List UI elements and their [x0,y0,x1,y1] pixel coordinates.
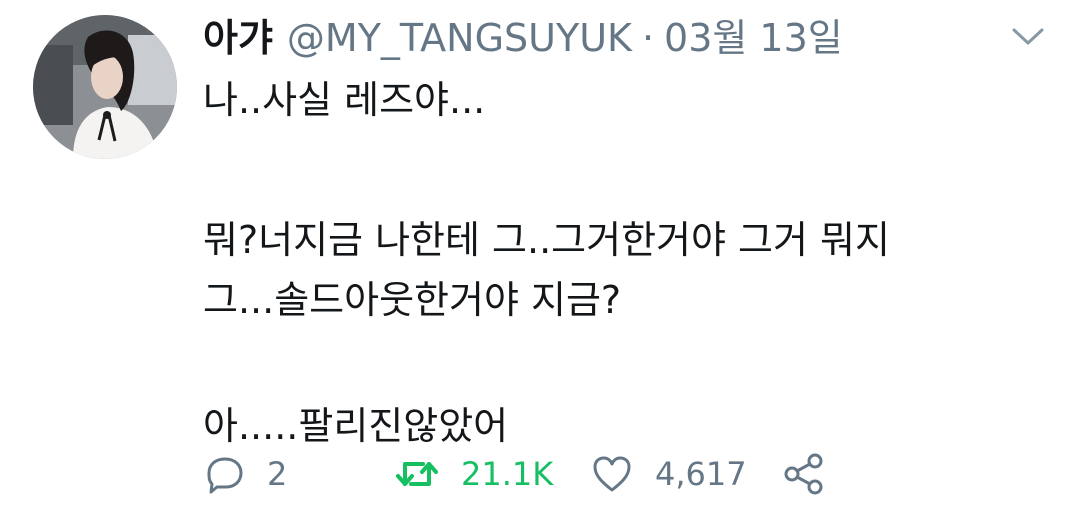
reply-count: 2 [267,455,288,493]
heart-icon [593,456,631,492]
tweet-text: 나..사실 레즈야... 뭐?너지금 나한테 그..그거한거야 그거 뭐지 그.… [203,72,1043,454]
avatar[interactable] [33,15,177,159]
tweet-line: 그...솔드아웃한거야 지금? [203,278,622,322]
tweet-line: 뭐?너지금 나한테 그..그거한거야 그거 뭐지 [203,218,890,262]
tweet[interactable]: 아갸 @MY_TANGSUYUK · 03월 13일 나..사실 레즈야... … [0,0,1080,526]
retweet-button[interactable]: 21.1K [395,446,553,502]
share-icon [784,453,823,495]
avatar-photo [33,15,177,159]
timestamp[interactable]: 03월 13일 [664,12,843,64]
chevron-down-icon [1012,28,1044,45]
user-handle[interactable]: @MY_TANGSUYUK [287,12,632,64]
like-button[interactable]: 4,617 [591,446,747,502]
display-name[interactable]: 아갸 [203,12,273,64]
separator-dot: · [641,16,655,60]
retweet-icon [396,462,438,486]
reply-button[interactable]: 2 [205,446,287,502]
tweet-header: 아갸 @MY_TANGSUYUK · 03월 13일 [203,12,843,64]
action-bar: 2 21.1K 4,617 [205,446,845,502]
tweet-line: 나..사실 레즈야... [203,78,486,122]
share-button[interactable] [782,446,826,502]
like-count: 4,617 [655,455,747,493]
more-options-button[interactable] [1010,26,1046,48]
reply-icon [207,457,243,494]
retweet-count: 21.1K [461,455,554,493]
